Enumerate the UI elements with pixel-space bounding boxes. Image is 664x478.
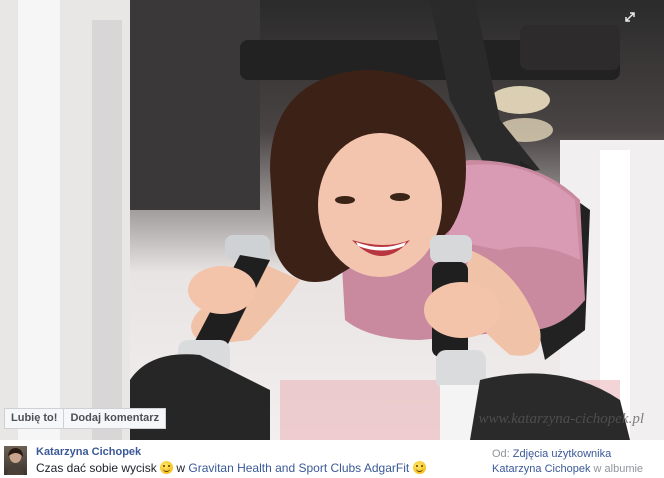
photo[interactable]: www.katarzyna-cichopek.pl Lubię to! Doda… <box>0 0 664 440</box>
grin-emoji-icon <box>160 461 174 474</box>
photo-source: Od: Zdjęcia użytkownika Katarzyna Cichop… <box>492 447 643 477</box>
album-link[interactable]: Zdjęcia użytkownika <box>513 448 611 460</box>
post-message: Czas dać sobie wycisk <box>36 461 157 475</box>
photo-viewer: www.katarzyna-cichopek.pl Lubię to! Doda… <box>0 0 664 478</box>
source-prefix: Od: <box>492 448 510 460</box>
post-connector: w <box>176 461 189 475</box>
photo-action-bar: Lubię to! Dodaj komentarz <box>4 408 167 429</box>
avatar[interactable] <box>4 446 27 475</box>
owner-link[interactable]: Katarzyna Cichopek <box>492 463 590 475</box>
photo-watermark: www.katarzyna-cichopek.pl <box>478 411 644 427</box>
source-suffix: w albumie <box>593 463 644 475</box>
like-button[interactable]: Lubię to! <box>4 408 65 429</box>
expand-icon[interactable] <box>622 9 638 25</box>
smile-emoji-icon <box>412 461 426 474</box>
add-comment-button[interactable]: Dodaj komentarz <box>64 408 167 429</box>
post-text: Czas dać sobie wycisk w Gravitan Health … <box>36 461 426 475</box>
photo-illustration <box>0 0 664 440</box>
place-link[interactable]: Gravitan Health and Sport Clubs AdgarFit <box>188 461 409 475</box>
author-name[interactable]: Katarzyna Cichopek <box>36 446 141 458</box>
photo-caption: Katarzyna Cichopek Czas dać sobie wycisk… <box>0 440 664 478</box>
